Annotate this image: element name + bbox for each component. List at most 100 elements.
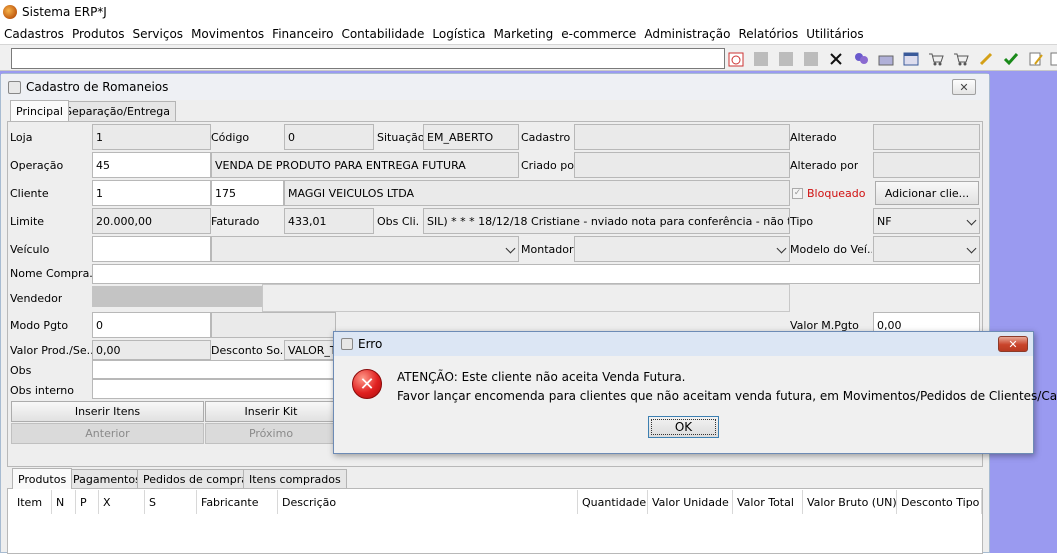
operacao-code-field[interactable]: 45 [92,152,211,178]
modo-pgto-desc-field[interactable] [211,312,336,338]
cliente-number-field[interactable]: 1 [92,180,211,206]
montadora-select[interactable] [574,236,790,262]
modo-pgto-field[interactable]: 0 [92,312,211,338]
situacao-field[interactable]: EM_ABERTO [423,124,519,150]
dialog-titlebar: Erro ✕ [334,332,1033,356]
tipo-value: NF [877,215,892,228]
cliente-code-field[interactable]: 175 [211,180,284,206]
tab-itens-comprados[interactable]: Itens comprados [243,469,347,489]
tab-produtos[interactable]: Produtos [12,468,72,489]
proximo-button[interactable]: Próximo [205,423,337,444]
window-icon[interactable] [900,48,921,69]
col-quantidade[interactable]: Quantidade [578,490,648,514]
folder-icon[interactable] [875,48,896,69]
label-desconto-so: Desconto So... [211,344,285,357]
window-title: Cadastro de Romaneios [26,80,168,94]
modelo-veiculo-select[interactable] [873,236,980,262]
operacao-desc-field[interactable]: VENDA DE PRODUTO PARA ENTREGA FUTURA [211,152,519,178]
document-icon[interactable] [1045,48,1057,69]
tab-principal[interactable]: Principal [10,100,69,121]
toolbar [0,44,1057,71]
label-modo-pgto: Modo Pgto [10,319,68,332]
veiculo-select[interactable] [211,236,519,262]
alterado-field[interactable] [873,124,980,150]
obs-interno-field[interactable] [92,379,337,399]
tab-pagamentos[interactable]: Pagamentos [67,469,147,489]
tipo-select[interactable]: NF [873,208,980,234]
obs-field[interactable] [92,360,337,379]
edit-icon[interactable] [975,48,996,69]
close-x-icon[interactable] [825,48,846,69]
nome-comprador-field[interactable] [92,264,980,284]
cadastro-field[interactable] [574,124,790,150]
disabled-tool-icon[interactable] [775,48,796,69]
calendar-icon[interactable] [725,48,746,69]
label-cadastro: Cadastro [521,131,570,144]
col-n[interactable]: N [52,490,76,514]
chevron-down-icon [967,244,977,254]
col-s[interactable]: S [145,490,197,514]
window-close-button[interactable]: ✕ [952,79,976,95]
tab-pedidos-compras[interactable]: Pedidos de compras [137,469,260,489]
cart-add-icon[interactable] [950,48,971,69]
adicionar-cliente-button[interactable]: Adicionar clie... [875,181,979,205]
document-edit-icon[interactable] [1025,48,1046,69]
menu-ecommerce[interactable]: e-commerce [561,27,636,41]
desconto-so-field[interactable]: VALOR_T [284,340,336,360]
dialog-message-line2: Favor lançar encomenda para clientes que… [397,389,1057,403]
codigo-field[interactable]: 0 [284,124,374,150]
limite-field[interactable]: 20.000,00 [92,208,211,234]
menu-contabilidade[interactable]: Contabilidade [341,27,424,41]
app-title: Sistema ERP*J [22,5,107,19]
col-valor-bruto[interactable]: Valor Bruto (UN) [803,490,897,514]
label-operacao: Operação [10,159,63,172]
disabled-tool-icon[interactable] [800,48,821,69]
obs-cli-field[interactable]: SIL) * * * 18/12/18 Cristiane - nviado n… [423,208,790,234]
label-nome-comprador: Nome Compra... [10,267,92,280]
valor-prod-serv-field[interactable]: 0,00 [92,340,211,360]
menu-movimentos[interactable]: Movimentos [191,27,264,41]
label-obs-interno: Obs interno [10,384,74,397]
veiculo-field[interactable] [92,236,211,262]
menu-financeiro[interactable]: Financeiro [272,27,333,41]
loja-field[interactable]: 1 [92,124,211,150]
menu-marketing[interactable]: Marketing [493,27,553,41]
col-fabricante[interactable]: Fabricante [197,490,278,514]
menu-utilitarios[interactable]: Utilitários [806,27,863,41]
col-valor-total[interactable]: Valor Total [733,490,803,514]
col-item[interactable]: Item [13,490,52,514]
check-icon[interactable] [1000,48,1021,69]
inserir-itens-button[interactable]: Inserir Itens [11,401,204,422]
app-titlebar: Sistema ERP*J [0,0,1057,24]
bloqueado-checkbox[interactable]: ✓ [792,188,803,199]
chevron-down-icon [777,244,787,254]
criado-por-field[interactable] [574,152,790,178]
users-icon[interactable] [850,48,871,69]
faturado-field[interactable]: 433,01 [284,208,374,234]
alterado-por-field[interactable] [873,152,980,178]
ok-button[interactable]: OK [648,416,719,438]
anterior-button[interactable]: Anterior [11,423,204,444]
menu-administracao[interactable]: Administração [644,27,730,41]
col-desconto-tipo[interactable]: Desconto Tipo [897,490,982,514]
menu-cadastros[interactable]: Cadastros [4,27,64,41]
romaneio-window: Cadastro de Romaneios ✕ Principal Separa… [0,73,990,553]
menu-logistica[interactable]: Logística [432,27,485,41]
dialog-close-button[interactable]: ✕ [998,336,1028,352]
tab-separacao-entrega[interactable]: Separação/Entrega [59,101,176,121]
col-p[interactable]: P [76,490,99,514]
menu-servicos[interactable]: Serviços [133,27,184,41]
menu-relatorios[interactable]: Relatórios [738,27,798,41]
chevron-down-icon [967,216,977,226]
cart-icon[interactable] [925,48,946,69]
col-valor-unidade[interactable]: Valor Unidade [648,490,733,514]
col-descricao[interactable]: Descrição [278,490,578,514]
command-input[interactable] [11,48,725,69]
cliente-name-field[interactable]: MAGGI VEICULOS LTDA [284,180,790,206]
vendedor-field[interactable] [92,286,262,307]
inserir-kit-button[interactable]: Inserir Kit [205,401,337,422]
label-codigo: Código [211,131,249,144]
disabled-tool-icon[interactable] [750,48,771,69]
col-x[interactable]: X [99,490,145,514]
menu-produtos[interactable]: Produtos [72,27,125,41]
